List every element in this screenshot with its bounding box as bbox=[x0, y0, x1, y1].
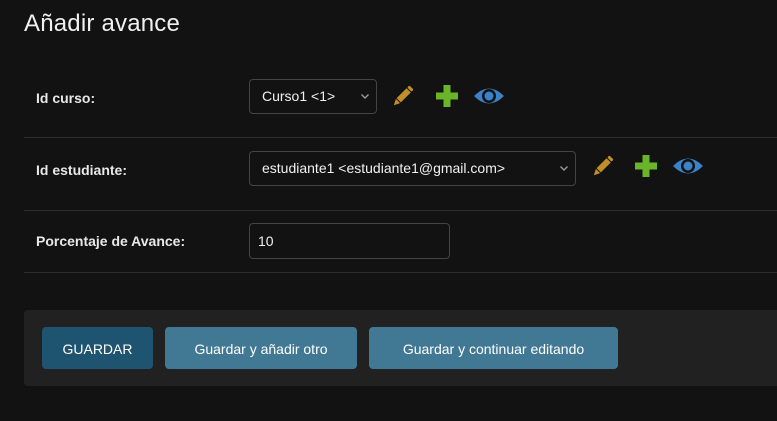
save-and-continue-button[interactable]: Guardar y continuar editando bbox=[369, 327, 618, 369]
chevron-down-icon bbox=[560, 166, 568, 171]
avance-label: Porcentaje de Avance: bbox=[36, 233, 186, 249]
estudiante-select-value: estudiante1 <estudiante1@gmail.com> bbox=[262, 160, 506, 176]
curso-label: Id curso: bbox=[36, 90, 96, 106]
submit-row: GUARDAR Guardar y añadir otro Guardar y … bbox=[24, 310, 777, 386]
view-curso-eye-icon[interactable] bbox=[472, 82, 506, 110]
save-button[interactable]: GUARDAR bbox=[42, 327, 153, 369]
curso-select[interactable]: Curso1 <1> bbox=[249, 79, 377, 114]
edit-estudiante-pencil-icon[interactable] bbox=[589, 152, 617, 180]
estudiante-label: Id estudiante: bbox=[36, 162, 128, 178]
view-estudiante-eye-icon[interactable] bbox=[671, 152, 705, 180]
page-title: Añadir avance bbox=[24, 10, 181, 37]
add-estudiante-plus-icon[interactable] bbox=[632, 152, 660, 180]
save-and-add-another-button[interactable]: Guardar y añadir otro bbox=[165, 327, 357, 369]
chevron-down-icon bbox=[361, 94, 369, 99]
add-curso-plus-icon[interactable] bbox=[433, 82, 461, 110]
form-row-curso: Id curso: Curso1 <1> bbox=[24, 62, 777, 138]
estudiante-select[interactable]: estudiante1 <estudiante1@gmail.com> bbox=[249, 151, 576, 186]
page: Añadir avance Id curso: Curso1 <1> Id es… bbox=[0, 0, 777, 421]
form-row-avance: Porcentaje de Avance: bbox=[24, 211, 777, 273]
edit-curso-pencil-icon[interactable] bbox=[389, 82, 417, 110]
curso-select-value: Curso1 <1> bbox=[262, 88, 336, 104]
avance-input[interactable] bbox=[249, 223, 450, 259]
form-row-estudiante: Id estudiante: estudiante1 <estudiante1@… bbox=[24, 138, 777, 211]
